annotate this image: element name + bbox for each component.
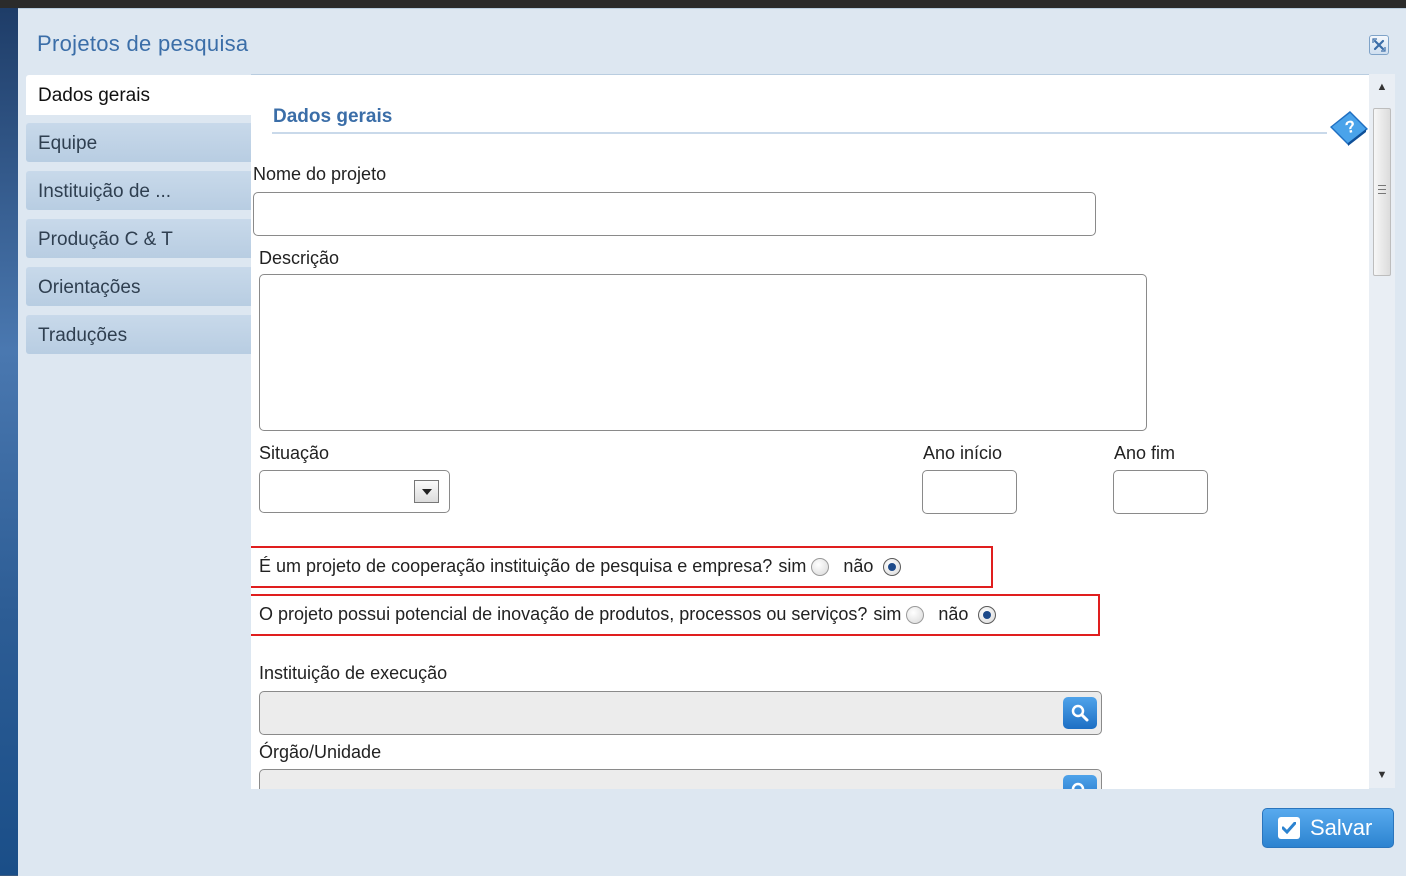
ano-fim-input[interactable]	[1113, 470, 1208, 514]
ano-fim-label: Ano fim	[1114, 443, 1176, 463]
question-2-nao-label: não	[938, 604, 969, 624]
section-divider	[272, 132, 1327, 134]
vertical-scrollbar[interactable]: ▲ ▼	[1369, 74, 1395, 788]
question-2-text: O projeto possui potencial de inovação d…	[259, 604, 868, 624]
tab-list: Dados gerais Equipe Instituição de ... P…	[26, 75, 251, 363]
nome-label: Nome do projeto	[253, 164, 387, 184]
tab-traducoes[interactable]: Traduções	[26, 315, 251, 354]
question-1-row: É um projeto de cooperação instituição d…	[259, 556, 902, 577]
scrollbar-grip-icon	[1378, 185, 1386, 194]
dialog-window: Projetos de pesquisa Dados gerais Equipe…	[18, 8, 1406, 876]
situacao-label: Situação	[259, 443, 330, 463]
close-button[interactable]	[1369, 35, 1389, 55]
orgao-search-button[interactable]	[1063, 775, 1097, 789]
help-book-icon[interactable]: ?	[1326, 103, 1369, 147]
situacao-dropdown-button[interactable]	[414, 480, 439, 503]
question-1-nao-label: não	[843, 556, 874, 576]
question-1-sim-radio[interactable]	[811, 557, 830, 576]
background-top	[0, 0, 1406, 8]
question-2-nao-radio[interactable]	[978, 605, 997, 624]
form-panel: Dados gerais ? Nome do projeto Descrição…	[251, 74, 1369, 789]
scroll-up-arrow-icon[interactable]: ▲	[1369, 76, 1395, 98]
question-2-sim-radio[interactable]	[906, 605, 925, 624]
tab-equipe[interactable]: Equipe	[26, 123, 251, 162]
background-left	[0, 0, 18, 875]
question-1-sim-label: sim	[778, 556, 807, 576]
instituicao-label: Instituição de execução	[259, 663, 448, 683]
search-icon	[1071, 704, 1089, 722]
save-button[interactable]: Salvar	[1262, 808, 1394, 848]
question-2-sim-label: sim	[873, 604, 902, 624]
tab-orientacoes[interactable]: Orientações	[26, 267, 251, 306]
check-icon	[1278, 817, 1300, 839]
descricao-label: Descrição	[259, 248, 340, 268]
ano-inicio-label: Ano início	[923, 443, 1003, 463]
orgao-input[interactable]	[259, 769, 1102, 789]
tab-instituicao[interactable]: Instituição de ...	[26, 171, 251, 210]
dialog-title: Projetos de pesquisa	[37, 31, 249, 56]
scrollbar-thumb[interactable]	[1373, 108, 1391, 276]
tab-producao[interactable]: Produção C & T	[26, 219, 251, 258]
save-button-label: Salvar	[1310, 815, 1373, 840]
ano-inicio-input[interactable]	[922, 470, 1017, 514]
close-icon	[1372, 38, 1386, 52]
tab-dados-gerais[interactable]: Dados gerais	[26, 75, 251, 115]
section-title: Dados gerais	[273, 106, 393, 127]
nome-input[interactable]	[253, 192, 1096, 236]
instituicao-search-button[interactable]	[1063, 697, 1097, 729]
instituicao-input[interactable]	[259, 691, 1102, 735]
descricao-textarea[interactable]	[259, 274, 1147, 431]
situacao-select[interactable]	[259, 470, 450, 513]
question-2-row: O projeto possui potencial de inovação d…	[259, 604, 997, 625]
question-1-nao-radio[interactable]	[883, 557, 902, 576]
search-icon	[1071, 782, 1085, 789]
scroll-down-arrow-icon[interactable]: ▼	[1369, 764, 1395, 786]
orgao-label: Órgão/Unidade	[259, 742, 382, 762]
question-1-text: É um projeto de cooperação instituição d…	[259, 556, 773, 576]
chevron-down-icon	[421, 488, 432, 495]
